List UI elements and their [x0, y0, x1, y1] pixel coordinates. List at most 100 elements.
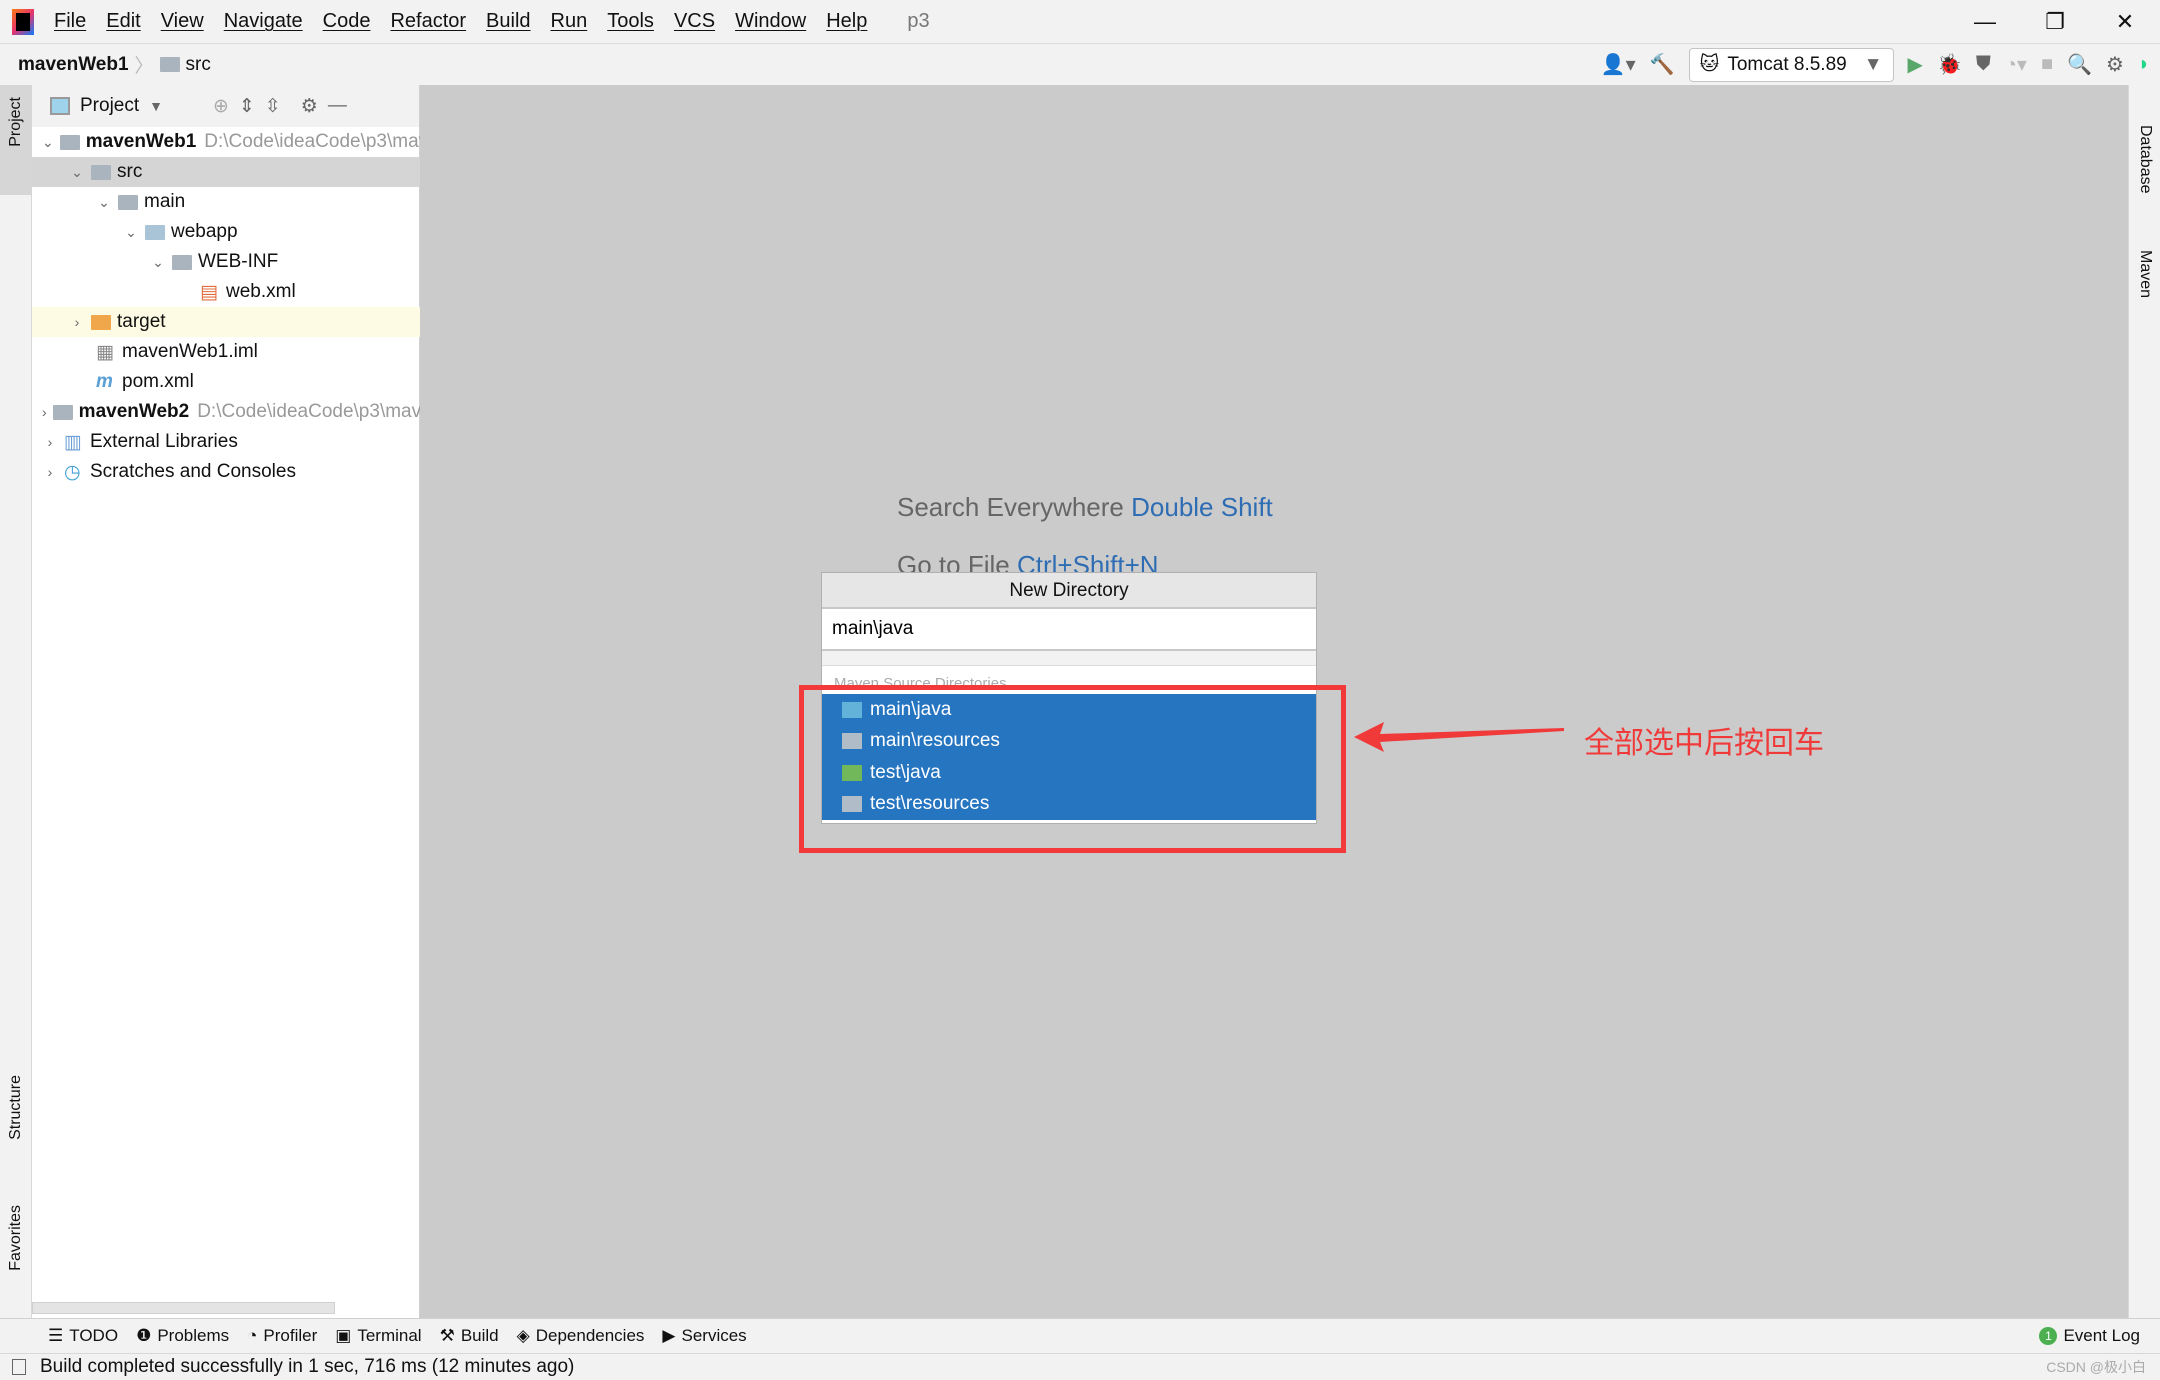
event-log-tab[interactable]: 1 Event Log	[2039, 1326, 2140, 1346]
menu-refactor[interactable]: Refactor	[390, 10, 466, 33]
todo-tab[interactable]: ☰ TODO	[48, 1326, 118, 1346]
minimize-button[interactable]: —	[1950, 9, 2020, 35]
web-folder-icon	[145, 224, 165, 240]
chevron-right-icon[interactable]: ›	[42, 434, 58, 450]
list-icon: ☰	[48, 1326, 64, 1345]
directory-name-input[interactable]	[822, 609, 1316, 649]
menu-view[interactable]: View	[161, 10, 204, 33]
services-tab[interactable]: ▶ Services	[662, 1326, 746, 1346]
menu-bar: File Edit View Navigate Code Refactor Bu…	[0, 0, 2160, 43]
collapse-all-icon[interactable]: ⇳	[265, 95, 281, 118]
menu-file[interactable]: File	[54, 10, 86, 33]
problems-tab[interactable]: ❶ Problems	[136, 1326, 229, 1346]
run-icon[interactable]: ▶	[1908, 52, 1923, 77]
right-tool-strip: Database Maven	[2128, 85, 2160, 1318]
folder-icon	[159, 57, 180, 72]
locate-icon[interactable]: ⊕	[213, 95, 229, 118]
stop-icon[interactable]: ■	[2041, 53, 2053, 76]
profiler-tab[interactable]: ◔ Profiler	[247, 1326, 317, 1346]
tree-label: mavenWeb1	[85, 131, 197, 152]
watermark: CSDN @极小白	[2046, 1359, 2146, 1375]
tree-item-pom[interactable]: m pom.xml	[32, 367, 420, 397]
menu-edit[interactable]: Edit	[106, 10, 140, 33]
menu-code[interactable]: Code	[323, 10, 371, 33]
tree-item-target[interactable]: › target	[32, 307, 420, 337]
database-tool-tab[interactable]: Database	[2136, 125, 2154, 194]
tree-item-mavenweb1[interactable]: ⌄ mavenWeb1 D:\Code\ideaCode\p3\mavenWeb1	[32, 127, 420, 157]
project-view-selector[interactable]: Project	[80, 95, 139, 117]
breadcrumb-folder[interactable]: src	[186, 54, 211, 76]
chevron-down-icon[interactable]: ▼	[149, 98, 163, 114]
menu-run[interactable]: Run	[551, 10, 588, 33]
build-tab[interactable]: ⚒ Build	[440, 1326, 499, 1346]
chevron-down-icon[interactable]: ⌄	[123, 224, 139, 241]
tool-window-bar: ☰ TODO ❶ Problems ◔ Profiler ▣ Terminal ⚒ Bui…	[0, 1318, 2160, 1353]
tree-item-main[interactable]: ⌄ main	[32, 187, 420, 217]
excluded-folder-icon	[91, 314, 111, 330]
coverage-icon[interactable]: ⛊	[1976, 53, 1991, 76]
toolbox-icon[interactable]: ◗	[2138, 53, 2150, 76]
toggle-tool-windows-icon[interactable]	[12, 1359, 26, 1375]
dependencies-tab[interactable]: ◈ Dependencies	[517, 1326, 645, 1346]
chevron-down-icon[interactable]: ⌄	[42, 134, 54, 151]
chevron-right-icon[interactable]: ›	[69, 314, 85, 330]
arrow-shape	[1354, 722, 1564, 752]
menu-help[interactable]: Help	[826, 10, 867, 33]
run-config-label: Tomcat 8.5.89	[1727, 53, 1847, 75]
status-bar: Build completed successfully in 1 sec, 7…	[0, 1353, 2160, 1380]
folder-icon	[118, 194, 138, 210]
hide-icon[interactable]: —	[328, 95, 347, 117]
vcs-user-icon[interactable]: 👤▾	[1601, 52, 1636, 77]
project-tool-tab[interactable]: Project	[0, 85, 32, 195]
popup-title: New Directory	[822, 573, 1316, 609]
gear-icon[interactable]: ⚙	[2106, 52, 2124, 77]
tree-item-external-libraries[interactable]: › ▥ External Libraries	[32, 427, 420, 457]
menu-tools[interactable]: Tools	[607, 10, 654, 33]
close-button[interactable]: ✕	[2090, 9, 2160, 35]
module-folder-icon	[59, 134, 80, 150]
tree-item-web-xml[interactable]: ▤ web.xml	[32, 277, 420, 307]
profile-icon[interactable]: ◔▾	[2005, 52, 2027, 77]
tree-item-webapp[interactable]: ⌄ webapp	[32, 217, 420, 247]
terminal-tab[interactable]: ▣ Terminal	[335, 1326, 421, 1346]
horizontal-scrollbar[interactable]	[32, 1302, 335, 1314]
menu-build[interactable]: Build	[486, 10, 530, 33]
menu-navigate[interactable]: Navigate	[224, 10, 303, 33]
chevron-right-icon[interactable]: ›	[42, 464, 58, 480]
chevron-right-icon[interactable]: ›	[42, 404, 47, 420]
maven-tool-tab[interactable]: Maven	[2136, 250, 2154, 298]
restore-button[interactable]: ❐	[2020, 9, 2090, 35]
run-config-select[interactable]: 🐱 Tomcat 8.5.89 ▼	[1688, 47, 1894, 82]
tree-label: webapp	[171, 221, 238, 242]
tab-label: Dependencies	[535, 1326, 645, 1345]
menu-vcs[interactable]: VCS	[674, 10, 715, 33]
gear-icon[interactable]: ⚙	[301, 95, 318, 118]
menu-window[interactable]: Window	[735, 10, 806, 33]
tree-item-src[interactable]: ⌄ src	[32, 157, 420, 187]
chevron-down-icon[interactable]: ⌄	[150, 254, 166, 271]
expand-all-icon[interactable]: ⇕	[239, 95, 255, 118]
tree-label: main	[144, 191, 186, 212]
tree-label: WEB-INF	[198, 251, 279, 272]
module-path: D:\Code\ideaCode\p3\mavenWeb1	[204, 131, 420, 152]
tab-label: Event Log	[2063, 1326, 2140, 1345]
tree-label: web.xml	[226, 281, 296, 302]
chevron-down-icon[interactable]: ⌄	[96, 194, 112, 211]
breadcrumb-project[interactable]: mavenWeb1	[18, 54, 129, 76]
debug-icon[interactable]: 🐞	[1937, 52, 1962, 77]
navigation-toolbar: mavenWeb1 〉 src 👤▾ 🔨 🐱 Tomcat 8.5.89 ▼ ▶…	[0, 43, 2160, 85]
tab-label: Build	[460, 1326, 499, 1345]
module-path: D:\Code\ideaCode\p3\mavenWeb2	[197, 401, 420, 422]
structure-tool-tab[interactable]: Structure	[7, 1075, 25, 1140]
favorites-tool-tab[interactable]: Favorites	[7, 1205, 25, 1271]
search-icon[interactable]: 🔍	[2067, 52, 2092, 77]
profiler-icon: ◔	[247, 1326, 258, 1345]
left-tool-strip: Project Structure Favorites	[0, 85, 32, 1318]
tree-item-scratches[interactable]: › ◷ Scratches and Consoles	[32, 457, 420, 487]
tree-item-mavenweb2[interactable]: › mavenWeb2 D:\Code\ideaCode\p3\mavenWeb2	[32, 397, 420, 427]
chevron-down-icon[interactable]: ⌄	[69, 164, 85, 181]
tree-item-iml[interactable]: ▦ mavenWeb1.iml	[32, 337, 420, 367]
tree-item-web-inf[interactable]: ⌄ WEB-INF	[32, 247, 420, 277]
build-hammer-icon[interactable]: 🔨	[1650, 52, 1675, 77]
intellij-logo-icon	[12, 8, 34, 35]
